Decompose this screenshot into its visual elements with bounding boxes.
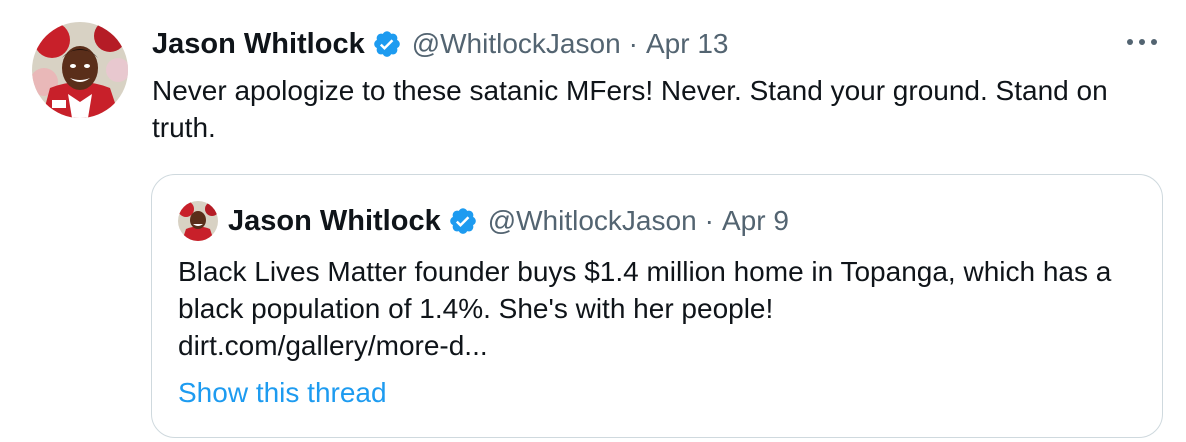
quoted-tweet-header: Jason Whitlock @WhitlockJason · Apr 9: [178, 201, 789, 241]
quoted-author-name: Jason Whitlock: [228, 204, 441, 237]
tweet-date[interactable]: Apr 13: [646, 28, 729, 60]
avatar-illustration: [32, 22, 128, 118]
author-handle[interactable]: @WhitlockJason: [412, 28, 621, 60]
quoted-header-separator: ·: [704, 205, 714, 236]
more-horizontal-icon[interactable]: [1124, 30, 1160, 54]
quoted-tweet-date: Apr 9: [721, 205, 789, 236]
quoted-tweet-text: Black Lives Matter founder buys $1.4 mil…: [178, 256, 1112, 324]
header-separator: ·: [628, 28, 638, 59]
tweet-header: Jason Whitlock @WhitlockJason · Apr 13: [152, 24, 728, 64]
quoted-author-handle: @WhitlockJason: [487, 205, 697, 236]
quoted-author-avatar: [178, 201, 218, 241]
tweet[interactable]: Jason Whitlock @WhitlockJason · Apr 13 N…: [0, 0, 1186, 442]
quoted-tweet-body: Black Lives Matter founder buys $1.4 mil…: [178, 253, 1138, 364]
quoted-tweet[interactable]: Jason Whitlock @WhitlockJason · Apr 9 Bl…: [151, 174, 1163, 438]
show-thread-link[interactable]: Show this thread: [178, 377, 387, 409]
author-name[interactable]: Jason Whitlock: [152, 28, 365, 61]
quoted-tweet-link[interactable]: dirt.com/gallery/more-d...: [178, 327, 1138, 364]
tweet-text: Never apologize to these satanic MFers! …: [152, 75, 1108, 143]
verified-badge-icon: [372, 29, 402, 59]
verified-badge-icon: [448, 206, 478, 236]
author-avatar[interactable]: [32, 22, 128, 118]
